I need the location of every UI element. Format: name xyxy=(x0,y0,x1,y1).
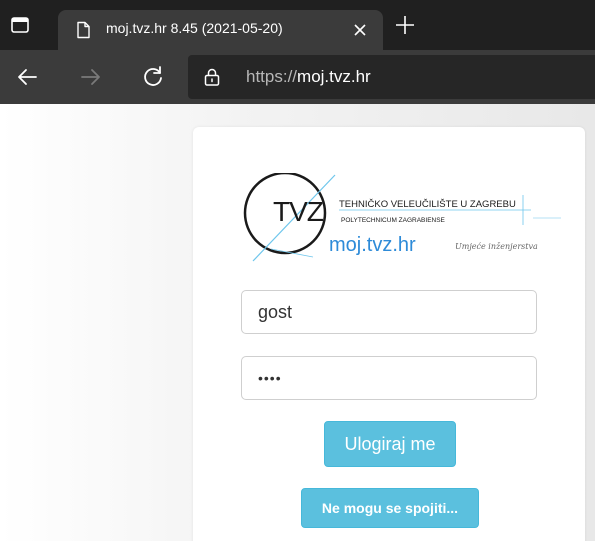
page-background: TVZ TEHNIČKO VELEUČILIŠTE U ZAGREBU POLY… xyxy=(0,104,595,541)
logo-tagline: Umjeće inženjerstva xyxy=(455,242,538,251)
login-card: TVZ TEHNIČKO VELEUČILIŠTE U ZAGREBU POLY… xyxy=(193,127,585,541)
page-icon xyxy=(77,21,90,39)
url-scheme: https:// xyxy=(246,67,298,86)
username-input[interactable] xyxy=(241,290,537,334)
logo-site: moj.tvz.hr xyxy=(329,234,416,256)
url-text: https://moj.tvz.hr xyxy=(246,67,371,87)
tab-title: moj.tvz.hr 8.45 (2021-05-20) xyxy=(106,20,283,36)
close-icon[interactable] xyxy=(352,22,368,38)
address-bar[interactable]: https://moj.tvz.hr xyxy=(188,55,595,99)
browser-toolbar: https://moj.tvz.hr xyxy=(0,50,595,104)
back-arrow-icon[interactable] xyxy=(14,64,40,90)
logo-acronym: TVZ xyxy=(273,196,324,227)
lock-icon[interactable] xyxy=(202,67,222,87)
logo-line1: TEHNIČKO VELEUČILIŠTE U ZAGREBU xyxy=(339,199,516,210)
plus-icon[interactable] xyxy=(394,14,416,36)
tvz-logo: TVZ TEHNIČKO VELEUČILIŠTE U ZAGREBU POLY… xyxy=(243,173,561,262)
window-icon[interactable] xyxy=(10,15,30,35)
forward-arrow-icon[interactable] xyxy=(78,64,104,90)
login-button[interactable]: Ulogiraj me xyxy=(324,421,456,467)
browser-tab[interactable]: moj.tvz.hr 8.45 (2021-05-20) xyxy=(58,10,383,50)
url-host: moj.tvz.hr xyxy=(297,67,371,86)
cannot-connect-button[interactable]: Ne mogu se spojiti... xyxy=(301,488,479,528)
password-input[interactable] xyxy=(241,356,537,400)
reload-icon[interactable] xyxy=(140,64,166,90)
browser-tab-strip: moj.tvz.hr 8.45 (2021-05-20) xyxy=(0,0,595,50)
logo-line2: POLYTECHNICUM ZAGRABIENSE xyxy=(341,217,446,224)
